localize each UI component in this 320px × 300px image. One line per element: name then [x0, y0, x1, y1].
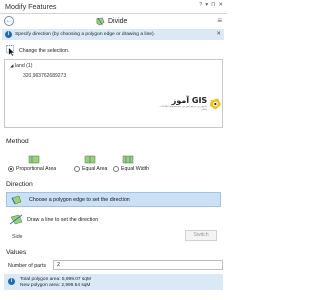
info-text: Specify direction (by choosing a polygon…	[15, 31, 156, 37]
method-options: Proportional Area Equal Area Equal Width	[6, 155, 221, 175]
tree-feature-value[interactable]: 320,963762689273	[23, 73, 66, 79]
draw-line-icon	[10, 214, 23, 225]
method-equal-area-radio[interactable]: Equal Area	[74, 166, 107, 172]
method-proportional-area-radio[interactable]: Proportional Area	[8, 166, 56, 172]
banner-close-icon[interactable]: ✕	[216, 31, 221, 37]
divide-icon	[96, 17, 105, 26]
logo-subtitle: جامع‌ترین مرجع آموزش سیستم‌های اطلاعات م…	[159, 105, 208, 111]
logo-text: آموز GIS	[171, 96, 208, 105]
tool-header: ← Divide ≡	[0, 14, 227, 28]
method-equal-width-radio[interactable]: Equal Width	[113, 166, 149, 172]
info-icon: i	[5, 31, 12, 38]
method-option-label: Proportional Area	[16, 166, 57, 172]
direction-heading: Direction	[6, 181, 33, 188]
window-title: Modify Features	[5, 2, 57, 11]
help-icon[interactable]: ?	[199, 2, 202, 8]
tree-layer-row[interactable]: ◢ land (1)	[10, 63, 33, 69]
method-option-label: Equal Width	[121, 166, 149, 172]
info-banner: i Specify direction (by choosing a polyg…	[2, 29, 224, 40]
options-dropdown-icon[interactable]: ▾	[205, 2, 208, 8]
polygon-edge-icon	[11, 195, 22, 205]
equal-width-icon	[122, 155, 134, 164]
info-icon: i	[8, 278, 15, 285]
radio-button[interactable]	[113, 166, 119, 172]
window-controls: ? ▾ ⊓ ✕	[199, 2, 223, 8]
pin-icon[interactable]: ⊓	[211, 2, 215, 8]
equal-area-icon	[84, 155, 96, 164]
logo-mark-icon	[210, 98, 222, 110]
radio-button[interactable]	[74, 166, 80, 172]
watermark-logo: آموز GIS جامع‌ترین مرجع آموزش سیستم‌های …	[157, 97, 222, 111]
back-button[interactable]: ←	[4, 16, 14, 26]
new-area-text: New polygon area: 2,999.54 sqM	[20, 283, 91, 288]
draw-line-option[interactable]: Draw a line to set the direction	[10, 214, 98, 225]
switch-button[interactable]: Switch	[185, 230, 217, 241]
radio-button[interactable]	[8, 166, 14, 172]
method-option-label: Equal Area	[82, 166, 108, 172]
tool-title: Divide	[96, 17, 127, 26]
selection-list: ◢ land (1) 320,963762689273 آموز GIS جام…	[4, 59, 223, 128]
choose-edge-option[interactable]: Choose a polygon edge to set the directi…	[6, 192, 221, 207]
side-label: Side	[12, 234, 23, 240]
values-heading: Values	[6, 249, 27, 256]
close-icon[interactable]: ✕	[218, 2, 223, 8]
tool-title-text: Divide	[108, 18, 128, 25]
change-selection-label: Change the selection.	[19, 47, 70, 54]
select-cursor-icon	[6, 45, 15, 56]
expand-icon[interactable]: ◢	[10, 63, 13, 68]
change-selection-row[interactable]: Change the selection.	[6, 45, 69, 56]
number-of-parts-input[interactable]: 2	[53, 260, 223, 270]
tree-layer-label: land (1)	[14, 63, 33, 69]
draw-line-label: Draw a line to set the direction	[27, 216, 99, 223]
title-bar: Modify Features ? ▾ ⊓ ✕	[0, 0, 227, 14]
area-result-banner: i Total polygon area: 5,999.07 sqM New p…	[4, 274, 223, 290]
arrow-left-icon: ←	[6, 18, 12, 24]
number-of-parts-label: Number of parts	[8, 263, 46, 269]
proportional-area-icon	[28, 155, 40, 164]
method-heading: Method	[6, 138, 29, 145]
total-area-text: Total polygon area: 5,999.07 sqM	[20, 276, 91, 282]
menu-icon[interactable]: ≡	[217, 16, 222, 25]
choose-edge-label: Choose a polygon edge to set the directi…	[29, 197, 130, 203]
